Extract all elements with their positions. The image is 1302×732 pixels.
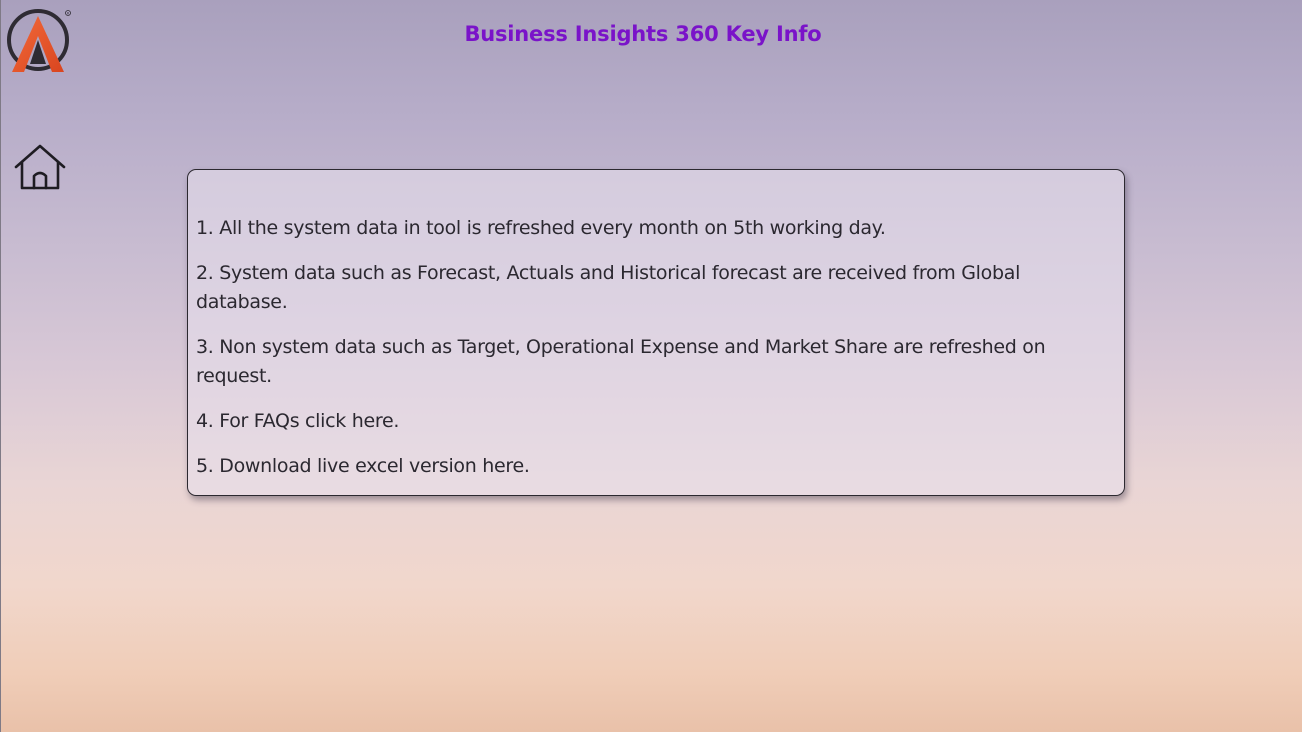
- page-left-border: [0, 0, 1, 732]
- faq-link[interactable]: 4. For FAQs click here.: [196, 407, 1096, 436]
- home-icon: [14, 144, 66, 190]
- key-info-panel: 1. All the system data in tool is refres…: [187, 169, 1125, 496]
- page-title: Business Insights 360 Key Info: [464, 22, 822, 46]
- info-item-non-system-data: 3. Non system data such as Target, Opera…: [196, 336, 1046, 387]
- key-info-list: 1. All the system data in tool is refres…: [196, 214, 1096, 497]
- home-button[interactable]: [12, 142, 68, 194]
- download-excel-link[interactable]: 5. Download live excel version here.: [196, 452, 1096, 481]
- info-item-refresh-schedule: 1. All the system data in tool is refres…: [196, 217, 886, 239]
- info-item-system-data-source: 2. System data such as Forecast, Actuals…: [196, 262, 1021, 313]
